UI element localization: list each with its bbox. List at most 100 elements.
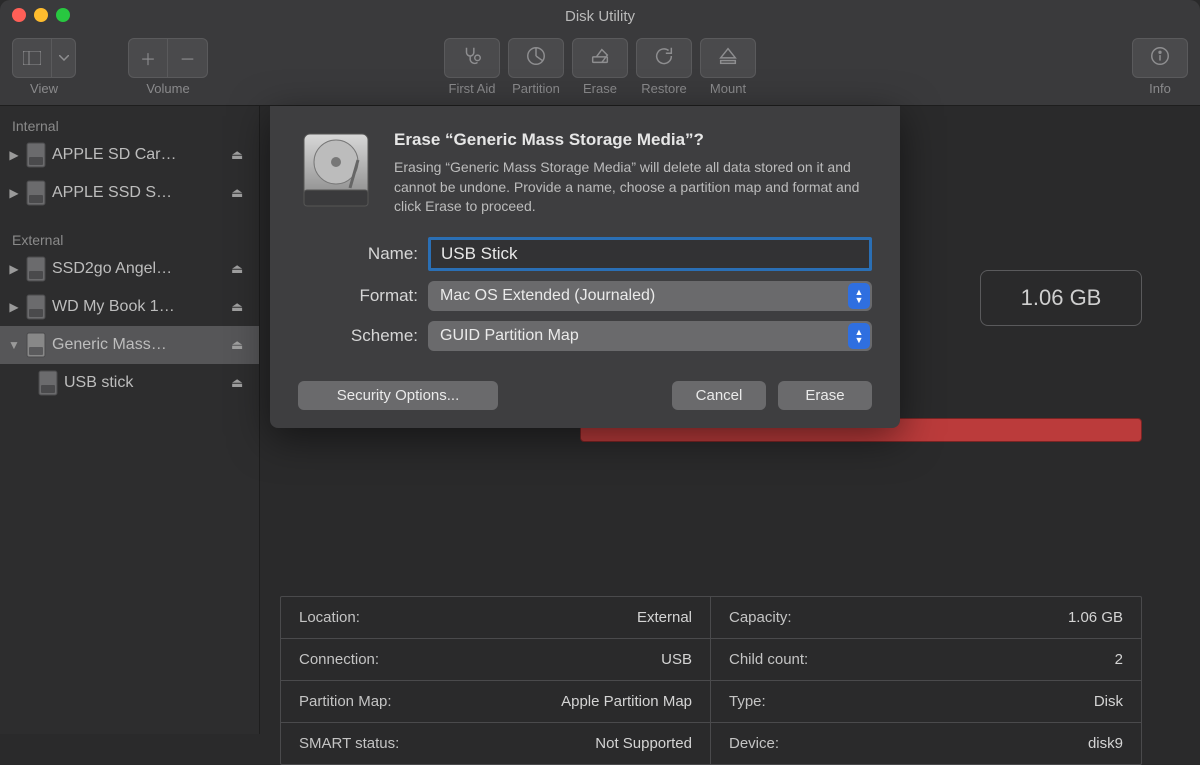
format-value: Mac OS Extended (Journaled) <box>440 287 655 305</box>
info-row-connection: Connection: USB <box>281 639 710 681</box>
info-val: Not Supported <box>595 735 692 752</box>
info-val: disk9 <box>1088 735 1123 752</box>
volume-icon <box>38 370 58 396</box>
first-aid-button[interactable] <box>444 38 500 78</box>
sidebar-header-internal: Internal <box>0 112 259 136</box>
stethoscope-icon <box>461 45 483 72</box>
view-button[interactable] <box>12 38 76 78</box>
sidebar-item-apple-ssd[interactable]: ▶ APPLE SSD S… ⏏ <box>0 174 259 212</box>
disk-icon <box>26 142 46 168</box>
minus-icon: － <box>179 46 195 70</box>
info-row-location: Location: External <box>281 597 710 639</box>
eject-icon[interactable]: ⏏ <box>231 147 249 163</box>
restore-label: Restore <box>641 81 687 96</box>
info-key: Type: <box>729 693 766 710</box>
eject-icon[interactable]: ⏏ <box>231 185 249 201</box>
chevron-down-icon[interactable]: ▼ <box>8 338 20 352</box>
info-icon <box>1149 45 1171 72</box>
erase-button[interactable] <box>572 38 628 78</box>
chevron-right-icon[interactable]: ▶ <box>8 148 20 162</box>
titlebar: Disk Utility <box>0 0 1200 32</box>
sidebar: Internal ▶ APPLE SD Car… ⏏ ▶ APPLE SSD S… <box>0 106 260 734</box>
name-input[interactable] <box>428 237 872 271</box>
eject-icon[interactable]: ⏏ <box>231 337 249 353</box>
sidebar-item-label: APPLE SSD S… <box>52 184 225 202</box>
close-window-button[interactable] <box>12 8 26 22</box>
info-row-capacity: Capacity: 1.06 GB <box>711 597 1141 639</box>
sidebar-item-label: WD My Book 1… <box>52 298 225 316</box>
scheme-value: GUID Partition Map <box>440 327 579 345</box>
pie-icon <box>525 45 547 72</box>
info-key: Location: <box>299 609 360 626</box>
content-area: 1.06 GB <box>260 106 1200 734</box>
sidebar-item-ssd2go[interactable]: ▶ SSD2go Angel… ⏏ <box>0 250 259 288</box>
updown-chevron-icon: ▲▼ <box>848 283 870 309</box>
partition-button[interactable] <box>508 38 564 78</box>
eject-icon[interactable]: ⏏ <box>231 299 249 315</box>
external-disk-icon <box>26 332 46 358</box>
sidebar-item-label: APPLE SD Car… <box>52 146 225 164</box>
chevron-right-icon[interactable]: ▶ <box>8 186 20 200</box>
window-title: Disk Utility <box>565 8 635 25</box>
info-row-child-count: Child count: 2 <box>711 639 1141 681</box>
traffic-lights <box>12 8 70 22</box>
plus-icon: ＋ <box>140 46 156 70</box>
restore-button[interactable] <box>636 38 692 78</box>
scheme-select[interactable]: GUID Partition Map ▲▼ <box>428 321 872 351</box>
scheme-label: Scheme: <box>298 326 428 346</box>
external-disk-icon <box>26 294 46 320</box>
security-options-button[interactable]: Security Options... <box>298 381 498 410</box>
first-aid-label: First Aid <box>449 81 496 96</box>
name-label: Name: <box>298 244 428 264</box>
partition-label: Partition <box>512 81 560 96</box>
add-volume-button[interactable]: ＋ <box>128 38 168 78</box>
volume-segments: ＋ － <box>128 38 208 78</box>
capacity-value: 1.06 GB <box>1021 285 1102 311</box>
info-key: Capacity: <box>729 609 792 626</box>
info-key: Partition Map: <box>299 693 392 710</box>
main: Internal ▶ APPLE SD Car… ⏏ ▶ APPLE SSD S… <box>0 106 1200 734</box>
info-val: Apple Partition Map <box>561 693 692 710</box>
eject-icon[interactable]: ⏏ <box>231 261 249 277</box>
format-label: Format: <box>298 286 428 306</box>
view-dropdown-icon[interactable] <box>52 38 76 78</box>
updown-chevron-icon: ▲▼ <box>848 323 870 349</box>
dialog-description: Erasing “Generic Mass Storage Media” wil… <box>394 158 872 217</box>
info-button[interactable] <box>1132 38 1188 78</box>
info-row-type: Type: Disk <box>711 681 1141 723</box>
erase-confirm-button[interactable]: Erase <box>778 381 872 410</box>
format-select[interactable]: Mac OS Extended (Journaled) ▲▼ <box>428 281 872 311</box>
remove-volume-button[interactable]: － <box>168 38 208 78</box>
mount-label: Mount <box>710 81 746 96</box>
restore-icon <box>653 45 675 72</box>
toolbar: View ＋ － Volume First Aid Partition <box>0 32 1200 106</box>
sidebar-item-generic-mass[interactable]: ▼ Generic Mass… ⏏ <box>0 326 259 364</box>
sidebar-item-wdmybook[interactable]: ▶ WD My Book 1… ⏏ <box>0 288 259 326</box>
sidebar-item-label: Generic Mass… <box>52 336 225 354</box>
eject-icon[interactable]: ⏏ <box>231 375 249 391</box>
info-key: SMART status: <box>299 735 399 752</box>
sidebar-item-apple-sd[interactable]: ▶ APPLE SD Car… ⏏ <box>0 136 259 174</box>
info-row-partition-map: Partition Map: Apple Partition Map <box>281 681 710 723</box>
sidebar-toggle-icon[interactable] <box>12 38 52 78</box>
erase-dialog: Erase “Generic Mass Storage Media”? Eras… <box>270 106 900 428</box>
zoom-window-button[interactable] <box>56 8 70 22</box>
volume-label: Volume <box>146 81 189 96</box>
erase-icon <box>589 45 611 72</box>
minimize-window-button[interactable] <box>34 8 48 22</box>
info-key: Connection: <box>299 651 379 668</box>
external-disk-icon <box>26 256 46 282</box>
info-grid: Location: External Connection: USB Parti… <box>280 596 1142 765</box>
capacity-pill: 1.06 GB <box>980 270 1142 326</box>
cancel-button[interactable]: Cancel <box>672 381 766 410</box>
sidebar-item-label: USB stick <box>64 374 225 392</box>
chevron-right-icon[interactable]: ▶ <box>8 300 20 314</box>
info-label: Info <box>1149 81 1171 96</box>
chevron-right-icon[interactable]: ▶ <box>8 262 20 276</box>
sidebar-item-usb-stick[interactable]: USB stick ⏏ <box>0 364 259 402</box>
info-row-device: Device: disk9 <box>711 723 1141 764</box>
disk-icon <box>26 180 46 206</box>
info-val: Disk <box>1094 693 1123 710</box>
info-row-smart: SMART status: Not Supported <box>281 723 710 764</box>
mount-button[interactable] <box>700 38 756 78</box>
